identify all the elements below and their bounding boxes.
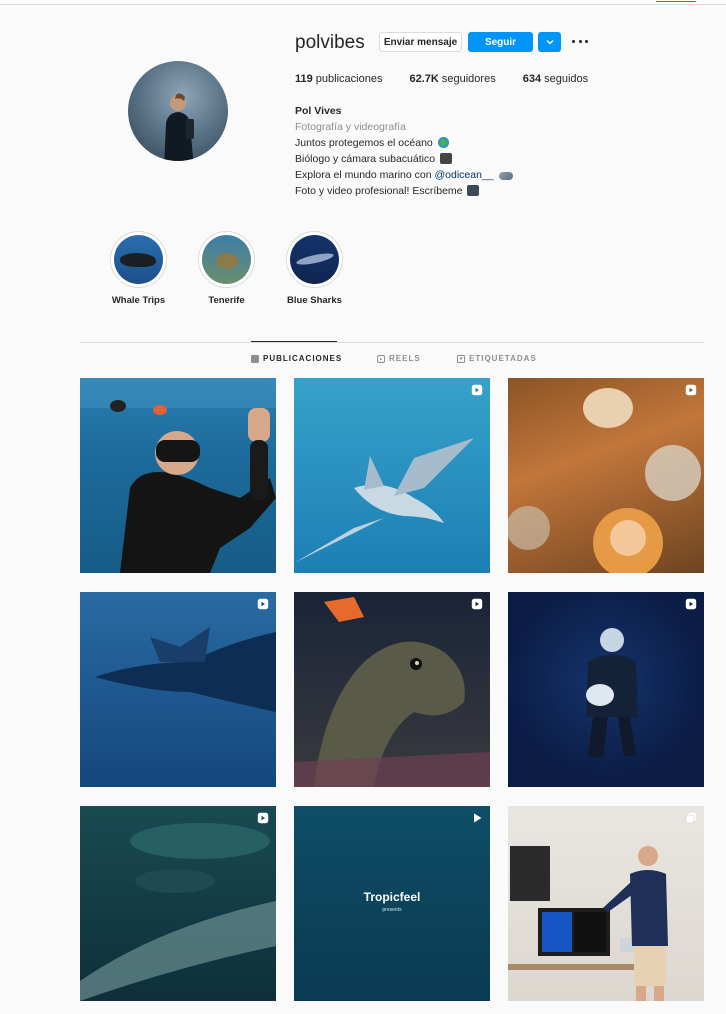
bio-line-text: Biólogo y cámara subacuático bbox=[295, 153, 436, 165]
send-message-button[interactable]: Enviar mensaje bbox=[379, 32, 462, 52]
reels-badge-icon bbox=[257, 598, 269, 610]
highlight-blue-sharks[interactable]: Blue Sharks bbox=[286, 231, 343, 306]
carousel-badge-icon bbox=[685, 813, 696, 824]
profile-bio: Pol Vives Fotografía y videografía Junto… bbox=[295, 103, 513, 199]
followers-count: 62.7K bbox=[409, 73, 439, 85]
post-image bbox=[294, 438, 474, 563]
full-name: Pol Vives bbox=[295, 105, 342, 117]
tab-label: PUBLICACIONES bbox=[263, 354, 343, 363]
whale-thumbnail-icon bbox=[114, 235, 163, 284]
reels-badge-icon bbox=[685, 384, 697, 396]
grid-icon bbox=[251, 354, 259, 363]
post-whale-shark[interactable] bbox=[80, 806, 276, 1001]
post-overlay-subtitle: presents bbox=[382, 907, 402, 913]
post-tropicfeel[interactable]: Tropicfeel presents bbox=[294, 806, 490, 1001]
post-image bbox=[586, 628, 638, 757]
bio-line: Juntos protegemos el océano bbox=[295, 135, 513, 151]
post-image bbox=[508, 388, 701, 573]
post-moray-eel[interactable] bbox=[294, 592, 490, 787]
post-image bbox=[80, 823, 276, 1001]
posts-count: 119 bbox=[295, 73, 313, 85]
post-image bbox=[80, 378, 276, 573]
post-diver-camera[interactable] bbox=[508, 592, 704, 787]
highlight-ring bbox=[286, 231, 343, 288]
bio-line: Explora el mundo marino con @odicean__ bbox=[295, 167, 513, 183]
post-image bbox=[95, 627, 276, 712]
post-manta-ray[interactable] bbox=[80, 592, 276, 787]
reels-badge-icon bbox=[685, 598, 697, 610]
bio-line-text: Foto y video profesional! Escríbeme bbox=[295, 185, 463, 197]
tab-label: ETIQUETADAS bbox=[469, 354, 537, 363]
tab-label: REELS bbox=[389, 354, 421, 363]
profile-username: polvibes bbox=[295, 32, 365, 53]
post-image bbox=[294, 597, 490, 787]
post-diver-selfie[interactable] bbox=[80, 378, 276, 573]
reels-badge-icon bbox=[471, 598, 483, 610]
video-badge-icon bbox=[474, 813, 482, 823]
highlight-tenerife[interactable]: Tenerife bbox=[198, 231, 255, 306]
tagged-icon bbox=[457, 354, 465, 363]
mention-link[interactable]: @odicean__ bbox=[435, 169, 494, 181]
highlight-label: Blue Sharks bbox=[287, 295, 342, 306]
bio-line-text: Explora el mundo marino con bbox=[295, 169, 435, 181]
shark-thumbnail-icon bbox=[290, 235, 339, 284]
post-octopus[interactable] bbox=[508, 378, 704, 573]
highlight-whale-trips[interactable]: Whale Trips bbox=[110, 231, 167, 306]
bio-line-text: Juntos protegemos el océano bbox=[295, 137, 433, 149]
following-count: 634 bbox=[522, 73, 542, 85]
followers-stat[interactable]: 62.7K seguidores bbox=[409, 73, 495, 85]
dot-icon bbox=[572, 39, 575, 43]
post-image bbox=[508, 846, 668, 1001]
highlight-label: Tenerife bbox=[208, 295, 245, 306]
dot-icon bbox=[578, 39, 582, 43]
profile-avatar[interactable] bbox=[128, 61, 228, 161]
reels-icon bbox=[377, 354, 385, 363]
followers-label: seguidores bbox=[438, 73, 496, 85]
highlight-ring bbox=[110, 231, 167, 288]
reels-badge-icon bbox=[257, 812, 269, 824]
bio-line: Biólogo y cámara subacuático bbox=[295, 151, 513, 167]
post-overlay-title: Tropicfeel bbox=[363, 890, 421, 904]
category-label: Fotografía y videografía bbox=[295, 121, 406, 133]
tab-posts[interactable]: PUBLICACIONES bbox=[251, 354, 342, 363]
following-label: seguidos bbox=[541, 73, 589, 85]
follow-button[interactable]: Seguir bbox=[468, 32, 533, 52]
tabs-divider bbox=[80, 342, 704, 343]
highlight-ring bbox=[198, 231, 255, 288]
posts-label: publicaciones bbox=[312, 73, 383, 85]
posts-stat: 119 publicaciones bbox=[295, 73, 382, 85]
post-blue-shark[interactable] bbox=[294, 378, 490, 573]
bio-line: Foto y video profesional! Escríbeme bbox=[295, 183, 513, 199]
globe-emoji-icon bbox=[437, 137, 449, 148]
post-presentation[interactable] bbox=[508, 806, 704, 1001]
more-options-button[interactable] bbox=[572, 35, 588, 47]
tab-tagged[interactable]: ETIQUETADAS bbox=[457, 354, 537, 363]
chevron-down-icon bbox=[546, 40, 553, 45]
following-stat[interactable]: 634 seguidos bbox=[523, 73, 588, 85]
tab-reels[interactable]: REELS bbox=[377, 354, 421, 363]
dot-icon bbox=[585, 39, 588, 43]
shark-emoji-icon bbox=[498, 172, 513, 180]
turtle-thumbnail-icon bbox=[202, 235, 251, 284]
avatar-figure bbox=[164, 93, 194, 161]
profile-stats: 119 publicaciones 62.7K seguidores 634 s… bbox=[295, 73, 615, 85]
top-border bbox=[0, 0, 726, 5]
phone-emoji-icon bbox=[467, 185, 480, 196]
camera-emoji-icon bbox=[440, 153, 453, 164]
highlight-label: Whale Trips bbox=[111, 295, 166, 306]
suggested-dropdown-button[interactable] bbox=[538, 32, 561, 52]
active-tab-indicator bbox=[251, 341, 337, 342]
reels-badge-icon bbox=[471, 384, 483, 396]
